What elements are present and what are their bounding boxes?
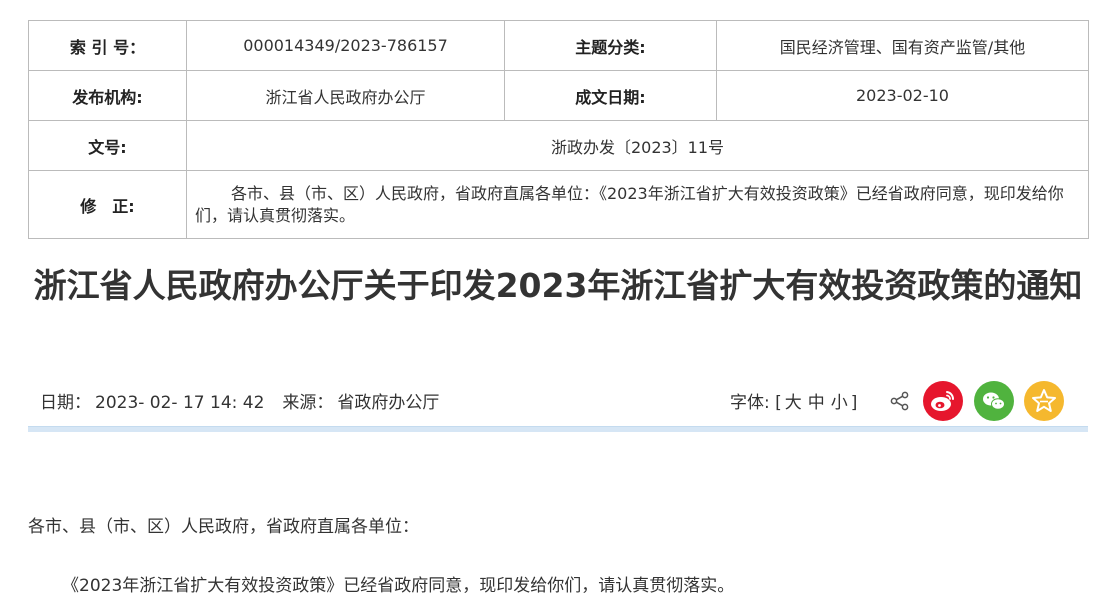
weibo-icon [931, 391, 955, 411]
share-icon[interactable] [890, 391, 910, 411]
font-size-control: 字体: [大中小] [730, 388, 857, 413]
correction-value-cell: 各市、县（市、区）人民政府，省政府直属各单位：《2023年浙江省扩大有效投资政策… [186, 170, 1089, 239]
header-divider [28, 426, 1088, 432]
metadata-row-issuer: 发布机构: 浙江省人民政府办公厅 成文日期: 2023-02-10 [28, 70, 1089, 121]
font-medium-option[interactable]: 中 [808, 393, 825, 413]
publish-info: 日期： 2023- 02- 17 14: 42 来源： 省政府办公厅 [40, 388, 443, 413]
correction-label: 修 正: [28, 170, 187, 239]
font-bracket-close: ] [850, 393, 858, 413]
correction-value: 各市、县（市、区）人民政府，省政府直属各单位：《2023年浙江省扩大有效投资政策… [195, 183, 1064, 225]
article-info-bar: 日期： 2023- 02- 17 14: 42 来源： 省政府办公厅 字体: [大中小… [28, 378, 1088, 426]
favorite-button[interactable] [1024, 381, 1064, 421]
weibo-share-button[interactable] [923, 381, 963, 421]
star-icon [1032, 389, 1056, 412]
issuer-value: 浙江省人民政府办公厅 [186, 70, 505, 121]
font-large-option[interactable]: 大 [785, 393, 802, 413]
date-label: 成文日期: [504, 70, 717, 121]
docno-label: 文号: [28, 120, 187, 171]
article-paragraph: 《2023年浙江省扩大有效投资政策》已经省政府同意，现印发给你们，请认真贯彻落实… [62, 576, 735, 596]
publish-date-label: 日期： [40, 393, 91, 413]
document-metadata-table: 索 引 号： 000014349/2023-786157 主题分类: 国民经济管… [28, 20, 1089, 239]
wechat-icon [983, 392, 1005, 410]
date-value: 2023-02-10 [716, 70, 1089, 121]
metadata-row-docno: 文号: 浙政办发〔2023〕11号 [28, 120, 1089, 171]
article-title: 浙江省人民政府办公厅关于印发2023年浙江省扩大有效投资政策的通知 [33, 266, 1083, 305]
source-value: 省政府办公厅 [337, 393, 440, 413]
index-value: 000014349/2023-786157 [186, 20, 505, 71]
index-label: 索 引 号： [28, 20, 187, 71]
font-size-label: 字体: [730, 393, 770, 413]
article-paragraph: 各市、县（市、区）人民政府，省政府直属各单位： [28, 517, 419, 537]
metadata-row-correction: 修 正: 各市、县（市、区）人民政府，省政府直属各单位：《2023年浙江省扩大有… [28, 170, 1089, 239]
publish-date-value: 2023- 02- 17 14: 42 [95, 393, 265, 413]
wechat-share-button[interactable] [974, 381, 1014, 421]
issuer-label: 发布机构: [28, 70, 187, 121]
metadata-row-index: 索 引 号： 000014349/2023-786157 主题分类: 国民经济管… [28, 20, 1089, 71]
font-small-option[interactable]: 小 [831, 393, 848, 413]
topic-value: 国民经济管理、国有资产监管/其他 [716, 20, 1089, 71]
topic-label: 主题分类: [504, 20, 717, 71]
docno-value: 浙政办发〔2023〕11号 [186, 120, 1089, 171]
source-label: 来源： [282, 393, 334, 413]
font-bracket-open: [ [775, 393, 782, 413]
